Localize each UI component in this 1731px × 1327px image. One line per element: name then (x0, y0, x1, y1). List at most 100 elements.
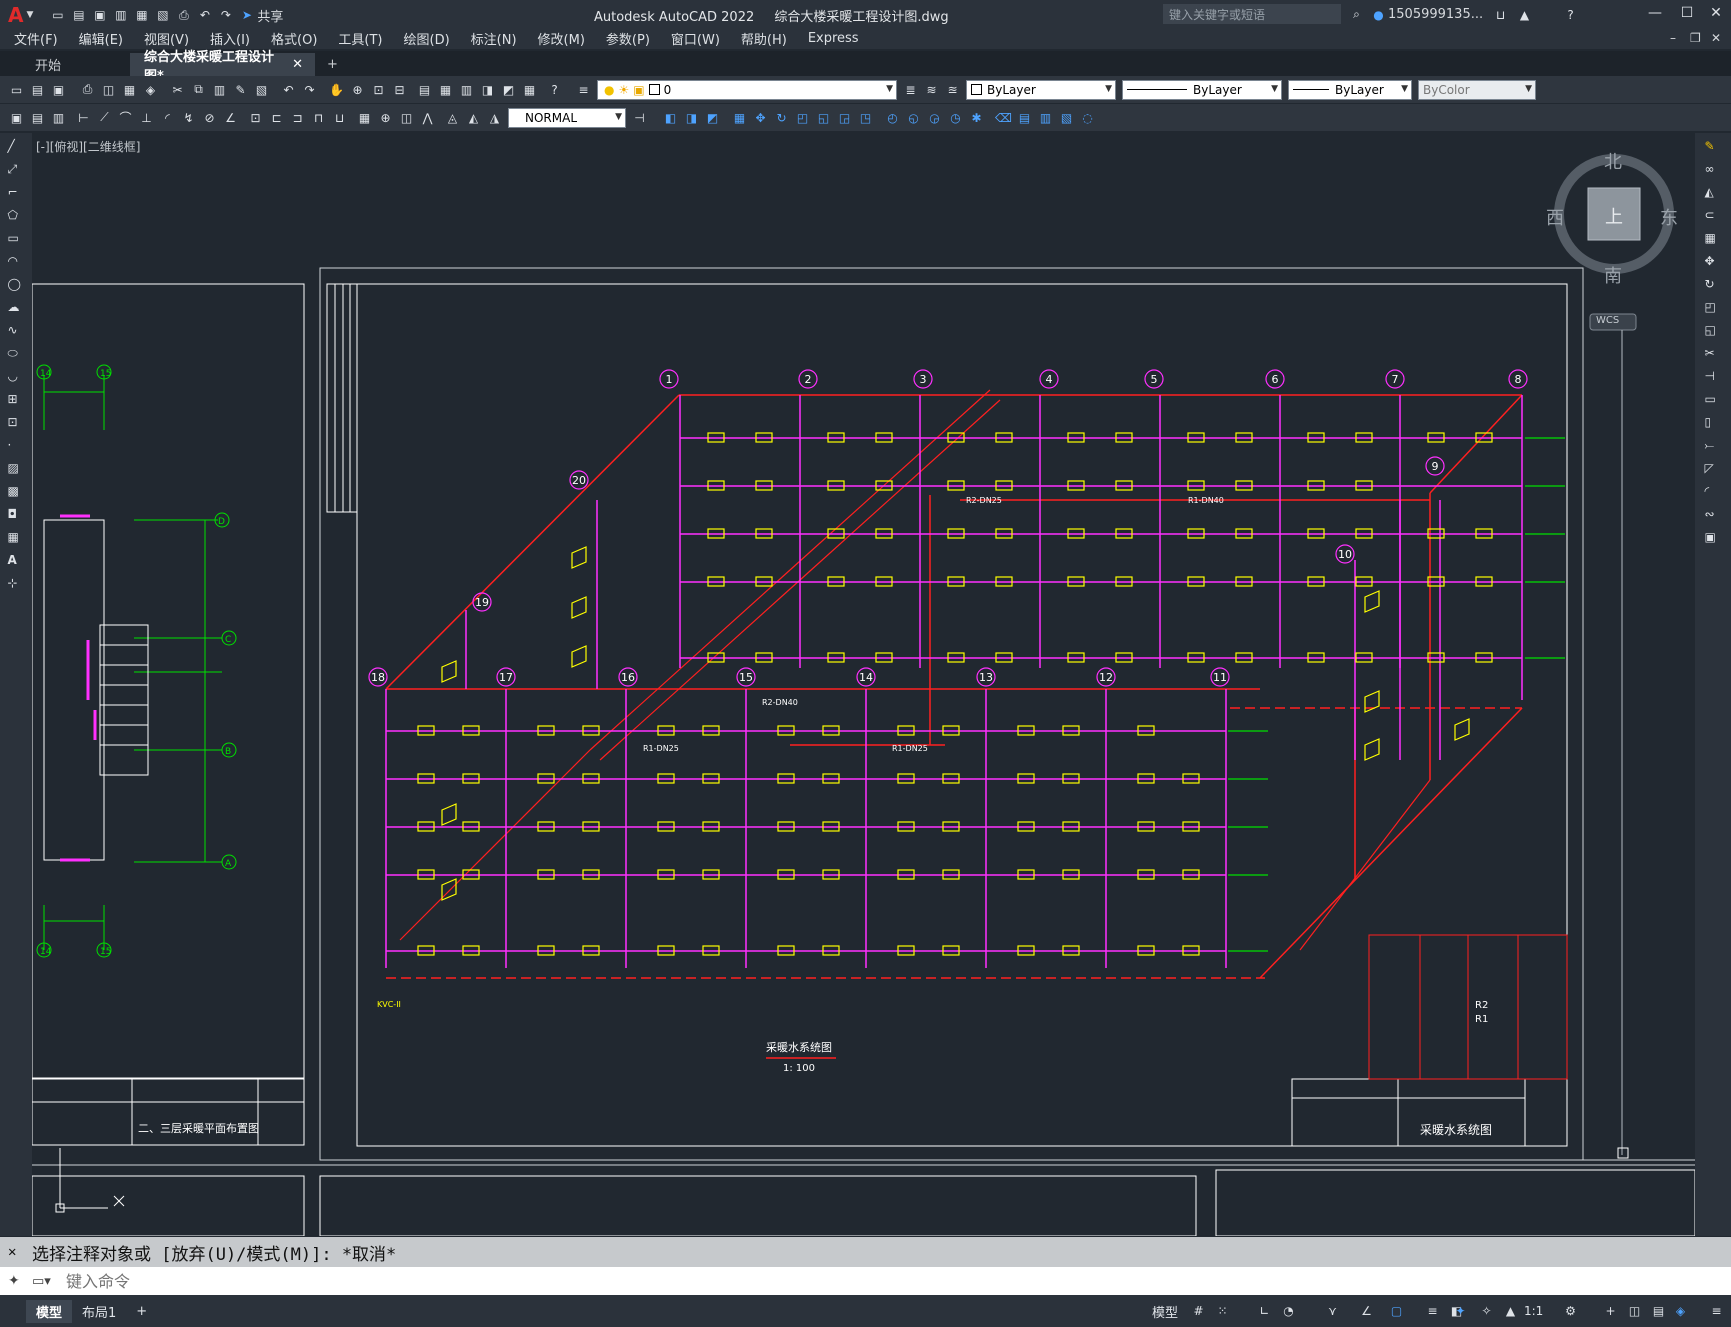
jogged-icon[interactable]: ↯ (180, 109, 197, 126)
ellipse-arc-icon[interactable]: ◡ (8, 369, 25, 386)
layer-walk-icon[interactable]: ▥ (50, 109, 67, 126)
dimstyle-dropdown[interactable]: NORMAL ▼ (508, 107, 626, 128)
lineweight-icon[interactable]: ≡ (1424, 1303, 1441, 1320)
stretch-icon[interactable]: ◱ (1705, 323, 1722, 340)
join-icon[interactable]: ⤚ (1705, 438, 1722, 455)
annotation-scale-value[interactable]: 1:1 (1524, 1304, 1543, 1318)
polyline-icon[interactable]: ⌐ (8, 185, 25, 202)
dim-update-icon[interactable]: ◮ (486, 109, 503, 126)
open-file-icon[interactable]: ▤ (70, 7, 87, 24)
sheet-set-icon[interactable]: ◨ (479, 81, 496, 98)
save-web-icon[interactable]: ▧ (154, 7, 171, 24)
continue-icon[interactable]: ⊐ (289, 109, 306, 126)
calculator-icon[interactable]: ▦ (521, 81, 538, 98)
trim-icon[interactable]: ◲ (836, 109, 853, 126)
rotate-icon[interactable]: ↻ (1705, 277, 1722, 294)
menu-express[interactable]: Express (808, 31, 859, 46)
break-icon[interactable]: ▯ (1705, 415, 1722, 432)
layer-isolate-icon[interactable]: ▤ (29, 109, 46, 126)
save-icon[interactable]: ▣ (50, 81, 67, 98)
insert-block-icon[interactable]: ⊞ (8, 392, 25, 409)
menu-file[interactable]: 文件(F) (14, 29, 58, 48)
open-icon[interactable]: ▤ (29, 81, 46, 98)
layer-state-icon[interactable]: ▣ (8, 109, 25, 126)
polar-icon[interactable]: ◔ (1280, 1303, 1297, 1320)
linetype-dropdown[interactable]: ByLayer ▼ (1122, 79, 1282, 100)
maximize-button[interactable]: ☐ (1672, 5, 1702, 21)
pan-icon[interactable]: ✋ (328, 81, 345, 98)
copy-object-icon[interactable]: ◧ (662, 109, 679, 126)
open-web-icon[interactable]: ▦ (133, 7, 150, 24)
redo-icon[interactable]: ↷ (217, 7, 234, 24)
dim-space-icon[interactable]: ⊓ (310, 109, 327, 126)
close-tab-icon[interactable]: ✕ (292, 57, 303, 72)
gradient-icon[interactable]: ▩ (8, 484, 25, 501)
markup-icon[interactable]: ◩ (500, 81, 517, 98)
ortho-icon[interactable]: ∟ (1256, 1303, 1273, 1320)
customization-icon[interactable]: ≡ (1708, 1303, 1725, 1320)
plot-icon[interactable]: ⎙ (79, 81, 96, 98)
units-icon[interactable]: ◫ (1626, 1303, 1643, 1320)
table-icon[interactable]: ▦ (8, 530, 25, 547)
aligned-dim-icon[interactable]: ⟋ (96, 109, 113, 126)
quick-dim-icon[interactable]: ⊡ (247, 109, 264, 126)
line-icon[interactable]: ╱ (8, 139, 25, 156)
wcs-menu[interactable]: WCS (1596, 315, 1619, 326)
inspection-icon[interactable]: ◫ (398, 109, 415, 126)
compass-east[interactable]: 东 (1660, 204, 1678, 230)
search-input[interactable]: 键入关键字或短语 (1169, 6, 1265, 23)
workspace-gear-icon[interactable]: ⚙ (1562, 1303, 1579, 1320)
break-at-point-icon[interactable]: ▭ (1705, 392, 1722, 409)
array-icon[interactable]: ▦ (1705, 231, 1722, 248)
dim-edit-icon[interactable]: ◬ (444, 109, 461, 126)
wrench-icon[interactable]: ✦ (8, 1273, 20, 1289)
match-properties-icon[interactable]: ✎ (232, 81, 249, 98)
explode-icon[interactable]: ▣ (1705, 530, 1722, 547)
spline-icon[interactable]: ∿ (8, 323, 25, 340)
3d-print-icon[interactable]: ◈ (142, 81, 159, 98)
multiline-text-icon[interactable]: A (8, 553, 25, 570)
layer-match-icon[interactable]: ≊ (944, 81, 961, 98)
command-input[interactable] (66, 1271, 1566, 1291)
plotstyle-dropdown[interactable]: ByColor ▼ (1418, 79, 1536, 100)
extend-icon[interactable]: ◳ (857, 109, 874, 126)
zoom-realtime-icon[interactable]: ⊕ (349, 81, 366, 98)
add-selected-icon[interactable]: ⊹ (8, 576, 25, 593)
compass-south[interactable]: 南 (1604, 262, 1622, 288)
redo-icon[interactable]: ↷ (301, 81, 318, 98)
tolerance-icon[interactable]: ▦ (356, 109, 373, 126)
tab-layout1[interactable]: 布局1 (72, 1300, 126, 1323)
fillet-icon[interactable]: ◜ (1705, 484, 1722, 501)
circle-icon[interactable]: ◯ (8, 277, 25, 294)
center-mark-icon[interactable]: ⊕ (377, 109, 394, 126)
zoom-window-icon[interactable]: ⊡ (370, 81, 387, 98)
copy-icon[interactable]: ⧉ (190, 81, 207, 98)
autodesk-app-icon[interactable]: ▲ (1516, 6, 1533, 23)
user-icon[interactable]: ● (1370, 6, 1387, 23)
autocad-logo[interactable]: A (8, 3, 23, 27)
new-file-icon[interactable]: ▭ (49, 7, 66, 24)
menu-draw[interactable]: 绘图(D) (404, 29, 450, 48)
layer-properties-icon[interactable]: ≡ (575, 81, 592, 98)
drawing-viewport[interactable]: 二、三层采暖平面布置图 14 15 14 15 D C B A 采暖水系统图 R… (32, 133, 1695, 1236)
explode-icon[interactable]: ✱ (968, 109, 985, 126)
add-layout-icon[interactable]: + (126, 1302, 157, 1321)
dim-text-edit-icon[interactable]: ◭ (465, 109, 482, 126)
move-icon[interactable]: ✥ (752, 109, 769, 126)
isodraft-icon[interactable]: ⋎ (1324, 1303, 1341, 1320)
undo-icon[interactable]: ↶ (280, 81, 297, 98)
osnap-tracking-icon[interactable]: ∠ (1358, 1303, 1375, 1320)
mirror-icon[interactable]: ◨ (683, 109, 700, 126)
properties-icon[interactable]: ▤ (416, 81, 433, 98)
quick-properties-icon[interactable]: ▤ (1650, 1303, 1667, 1320)
osnap-icon[interactable]: ▢ (1388, 1303, 1405, 1320)
erase-icon[interactable]: ⌫ (995, 109, 1012, 126)
share-button[interactable]: 共享 (257, 6, 283, 25)
move-icon[interactable]: ✥ (1705, 254, 1722, 271)
design-center-icon[interactable]: ▦ (437, 81, 454, 98)
menu-dimension[interactable]: 标注(N) (471, 29, 517, 48)
hatch-icon[interactable]: ▨ (8, 461, 25, 478)
auto-scale-icon[interactable]: ✧ (1478, 1303, 1495, 1320)
menu-modify[interactable]: 修改(M) (538, 29, 585, 48)
properties-list-icon[interactable]: ▤ (1016, 109, 1033, 126)
